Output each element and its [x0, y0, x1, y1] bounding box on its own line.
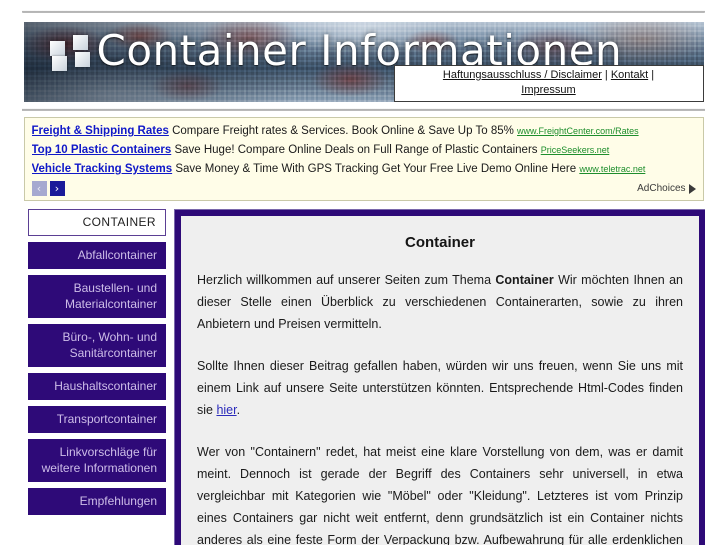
- nav-link-impressum[interactable]: Impressum: [521, 84, 575, 96]
- ad-url-link[interactable]: www.teletrac.net: [579, 164, 645, 174]
- intro-bold-term: Container: [495, 273, 554, 287]
- link-request-text-b: .: [236, 403, 241, 417]
- ad-prev-arrow-icon[interactable]: ‹: [31, 181, 47, 196]
- sidebar-item-empfehlungen[interactable]: Empfehlungen: [28, 488, 166, 515]
- content-panel: Container Herzlich willkommen auf unsere…: [181, 216, 699, 545]
- sidebar-item-buerocontainer[interactable]: Büro-, Wohn- und Sanitärcontainer: [28, 324, 166, 367]
- header-divider-line: [22, 108, 705, 111]
- adchoices-triangle-icon: [688, 183, 696, 194]
- link-request-paragraph: Sollte Ihnen dieser Beitrag gefallen hab…: [197, 355, 683, 421]
- link-request-text-a: Sollte Ihnen dieser Beitrag gefallen hab…: [197, 359, 683, 417]
- adchoices-button[interactable]: AdChoices: [637, 183, 696, 194]
- ad-title-link[interactable]: Freight & Shipping Rates: [32, 125, 169, 137]
- sidebar-header: CONTAINER: [28, 209, 166, 236]
- nav-separator-1: |: [601, 69, 611, 81]
- ad-description: Save Huge! Compare Online Deals on Full …: [174, 144, 538, 156]
- intro-text-a: Herzlich willkommen auf unserer Seiten z…: [197, 273, 496, 287]
- adchoices-label: AdChoices: [637, 183, 686, 194]
- intro-paragraph: Herzlich willkommen auf unserer Seiten z…: [197, 269, 683, 335]
- html-codes-link[interactable]: hier: [216, 403, 236, 417]
- nav-link-disclaimer[interactable]: Haftungsausschluss / Disclaimer: [443, 69, 602, 81]
- sidebar-item-haushaltscontainer[interactable]: Haushaltscontainer: [28, 373, 166, 400]
- ad-pager: ‹ ›: [31, 181, 65, 196]
- top-divider-line: [22, 9, 705, 13]
- sidebar-nav: CONTAINER Abfallcontainer Baustellen- un…: [28, 209, 166, 515]
- nav-separator-2: |: [648, 69, 655, 81]
- ad-footer: ‹ › AdChoices: [31, 179, 696, 196]
- advertisement-block: Freight & Shipping Rates Compare Freight…: [23, 117, 704, 201]
- ad-row[interactable]: Top 10 Plastic Containers Save Huge! Com…: [32, 141, 696, 160]
- sidebar-item-abfallcontainer[interactable]: Abfallcontainer: [28, 242, 166, 269]
- ad-description: Save Money & Time With GPS Tracking Get …: [175, 163, 577, 175]
- sidebar-item-baustellencontainer[interactable]: Baustellen- und Materialcontainer: [28, 275, 166, 318]
- nav-link-kontakt[interactable]: Kontakt: [611, 69, 648, 81]
- page-title: Container: [404, 234, 475, 251]
- top-separator-bar: [0, 0, 727, 22]
- ad-row[interactable]: Vehicle Tracking Systems Save Money & Ti…: [32, 160, 696, 179]
- ad-next-arrow-icon[interactable]: ›: [49, 181, 65, 196]
- four-squares-logo-icon: [49, 35, 90, 71]
- sidebar-item-transportcontainer[interactable]: Transportcontainer: [28, 406, 166, 433]
- content-frame: Container Herzlich willkommen auf unsere…: [174, 209, 705, 545]
- sidebar-item-linkvorschlaege[interactable]: Linkvorschläge für weitere Informationen: [28, 439, 166, 482]
- ad-title-link[interactable]: Top 10 Plastic Containers: [32, 144, 172, 156]
- ad-title-link[interactable]: Vehicle Tracking Systems: [32, 163, 173, 175]
- ad-url-link[interactable]: www.FreightCenter.com/Rates: [517, 126, 639, 136]
- ad-url-link[interactable]: PriceSeekers.net: [541, 145, 610, 155]
- ad-row[interactable]: Freight & Shipping Rates Compare Freight…: [32, 122, 696, 141]
- ad-description: Compare Freight rates & Services. Book O…: [172, 125, 514, 137]
- header-bottom-separator: [0, 102, 727, 111]
- site-header-banner: Container Informationen Haftungsausschlu…: [23, 22, 704, 102]
- page-body: CONTAINER Abfallcontainer Baustellen- un…: [0, 209, 727, 545]
- definition-paragraph: Wer von "Containern" redet, hat meist ei…: [197, 445, 683, 545]
- header-nav-box[interactable]: Haftungsausschluss / Disclaimer | Kontak…: [393, 65, 704, 102]
